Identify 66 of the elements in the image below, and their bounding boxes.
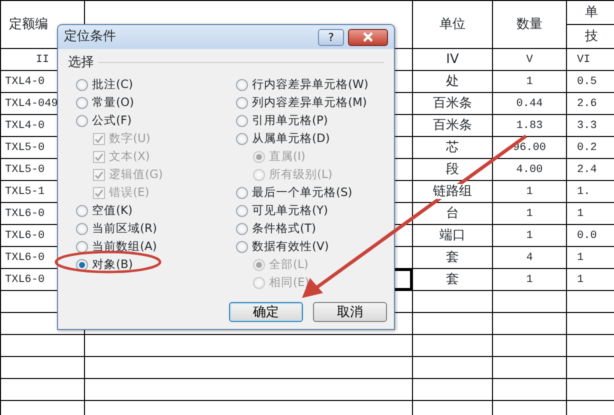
table-cell: 链路组 — [433, 184, 472, 198]
table-cell: 百米条 — [433, 118, 472, 132]
option-label: 可见单元格(Y) — [252, 202, 328, 219]
radio-button[interactable] — [236, 78, 248, 90]
option-label: 文本(X) — [109, 148, 150, 165]
option-label: 数字(U) — [109, 130, 150, 147]
radio-button[interactable] — [236, 204, 248, 216]
table-cell: V — [492, 48, 566, 70]
option-label: 当前数组(A) — [92, 238, 157, 255]
table-cell: 处 — [446, 74, 459, 88]
column-header: 数量 — [492, 0, 566, 48]
table-cell: 4 — [492, 246, 566, 268]
radio-button[interactable] — [76, 240, 88, 252]
radio-button[interactable] — [76, 222, 88, 234]
ok-button[interactable]: 确定 — [229, 302, 303, 322]
option-label: 相同(E) — [269, 274, 310, 291]
option-label: 引用单元格(P) — [252, 112, 328, 129]
table-cell: 套 — [446, 250, 459, 264]
table-cell: 1.83 — [492, 114, 566, 136]
cancel-button[interactable]: 取消 — [313, 302, 387, 322]
option-label: 全部(L) — [269, 256, 308, 273]
table-cell: 1 — [492, 224, 566, 246]
table-cell: 台 — [446, 206, 459, 220]
radio-button[interactable] — [76, 96, 88, 108]
table-cell: 1 — [492, 268, 566, 290]
table-cell: 芯 — [446, 140, 459, 154]
column-header: 单位 — [412, 0, 492, 48]
option-label: 直属(I) — [269, 148, 306, 165]
table-cell: 段 — [446, 162, 459, 176]
close-icon — [362, 32, 374, 42]
table-cell: 0.44 — [492, 92, 566, 114]
option-label: 最后一个单元格(S) — [252, 184, 352, 201]
column-header: 单 — [566, 0, 614, 24]
radio-button[interactable] — [236, 96, 248, 108]
radio-button[interactable] — [236, 132, 248, 144]
option-label: 对象(B) — [92, 256, 133, 273]
table-cell: 百米条 — [433, 96, 472, 110]
table-cell: 1 — [492, 180, 566, 202]
radio-button[interactable] — [236, 222, 248, 234]
close-button[interactable] — [348, 28, 388, 46]
option-label: 行内容差异单元格(W) — [252, 76, 368, 93]
table-cell: 端口 — [440, 228, 466, 242]
option-label: 公式(F) — [92, 112, 132, 129]
option-label: 空值(K) — [92, 202, 133, 219]
option-label: 数据有效性(V) — [252, 238, 329, 255]
table-cell: 1 — [492, 202, 566, 224]
option-label: 从属单元格(D) — [252, 130, 330, 147]
option-label: 条件格式(T) — [252, 220, 316, 237]
table-cell: 套 — [446, 272, 459, 286]
option-label: 所有级别(L) — [269, 166, 332, 183]
radio-button[interactable] — [236, 240, 248, 252]
table-cell: 1 — [492, 70, 566, 92]
radio-button[interactable] — [236, 186, 248, 198]
help-button[interactable]: ? — [318, 28, 344, 46]
radio-button[interactable] — [236, 114, 248, 126]
option-label: 逻辑值(G) — [109, 166, 163, 183]
radio-button[interactable] — [76, 78, 88, 90]
option-label: 常量(O) — [92, 94, 134, 111]
table-cell: 4.00 — [492, 158, 566, 180]
radio-button[interactable] — [76, 258, 88, 270]
option-label: 错误(E) — [109, 184, 150, 201]
radio-button[interactable] — [76, 114, 88, 126]
option-label: 列内容差异单元格(M) — [252, 94, 367, 111]
radio-button[interactable] — [76, 204, 88, 216]
option-label: 批注(C) — [92, 76, 134, 93]
option-label: 当前区域(R) — [92, 220, 157, 237]
